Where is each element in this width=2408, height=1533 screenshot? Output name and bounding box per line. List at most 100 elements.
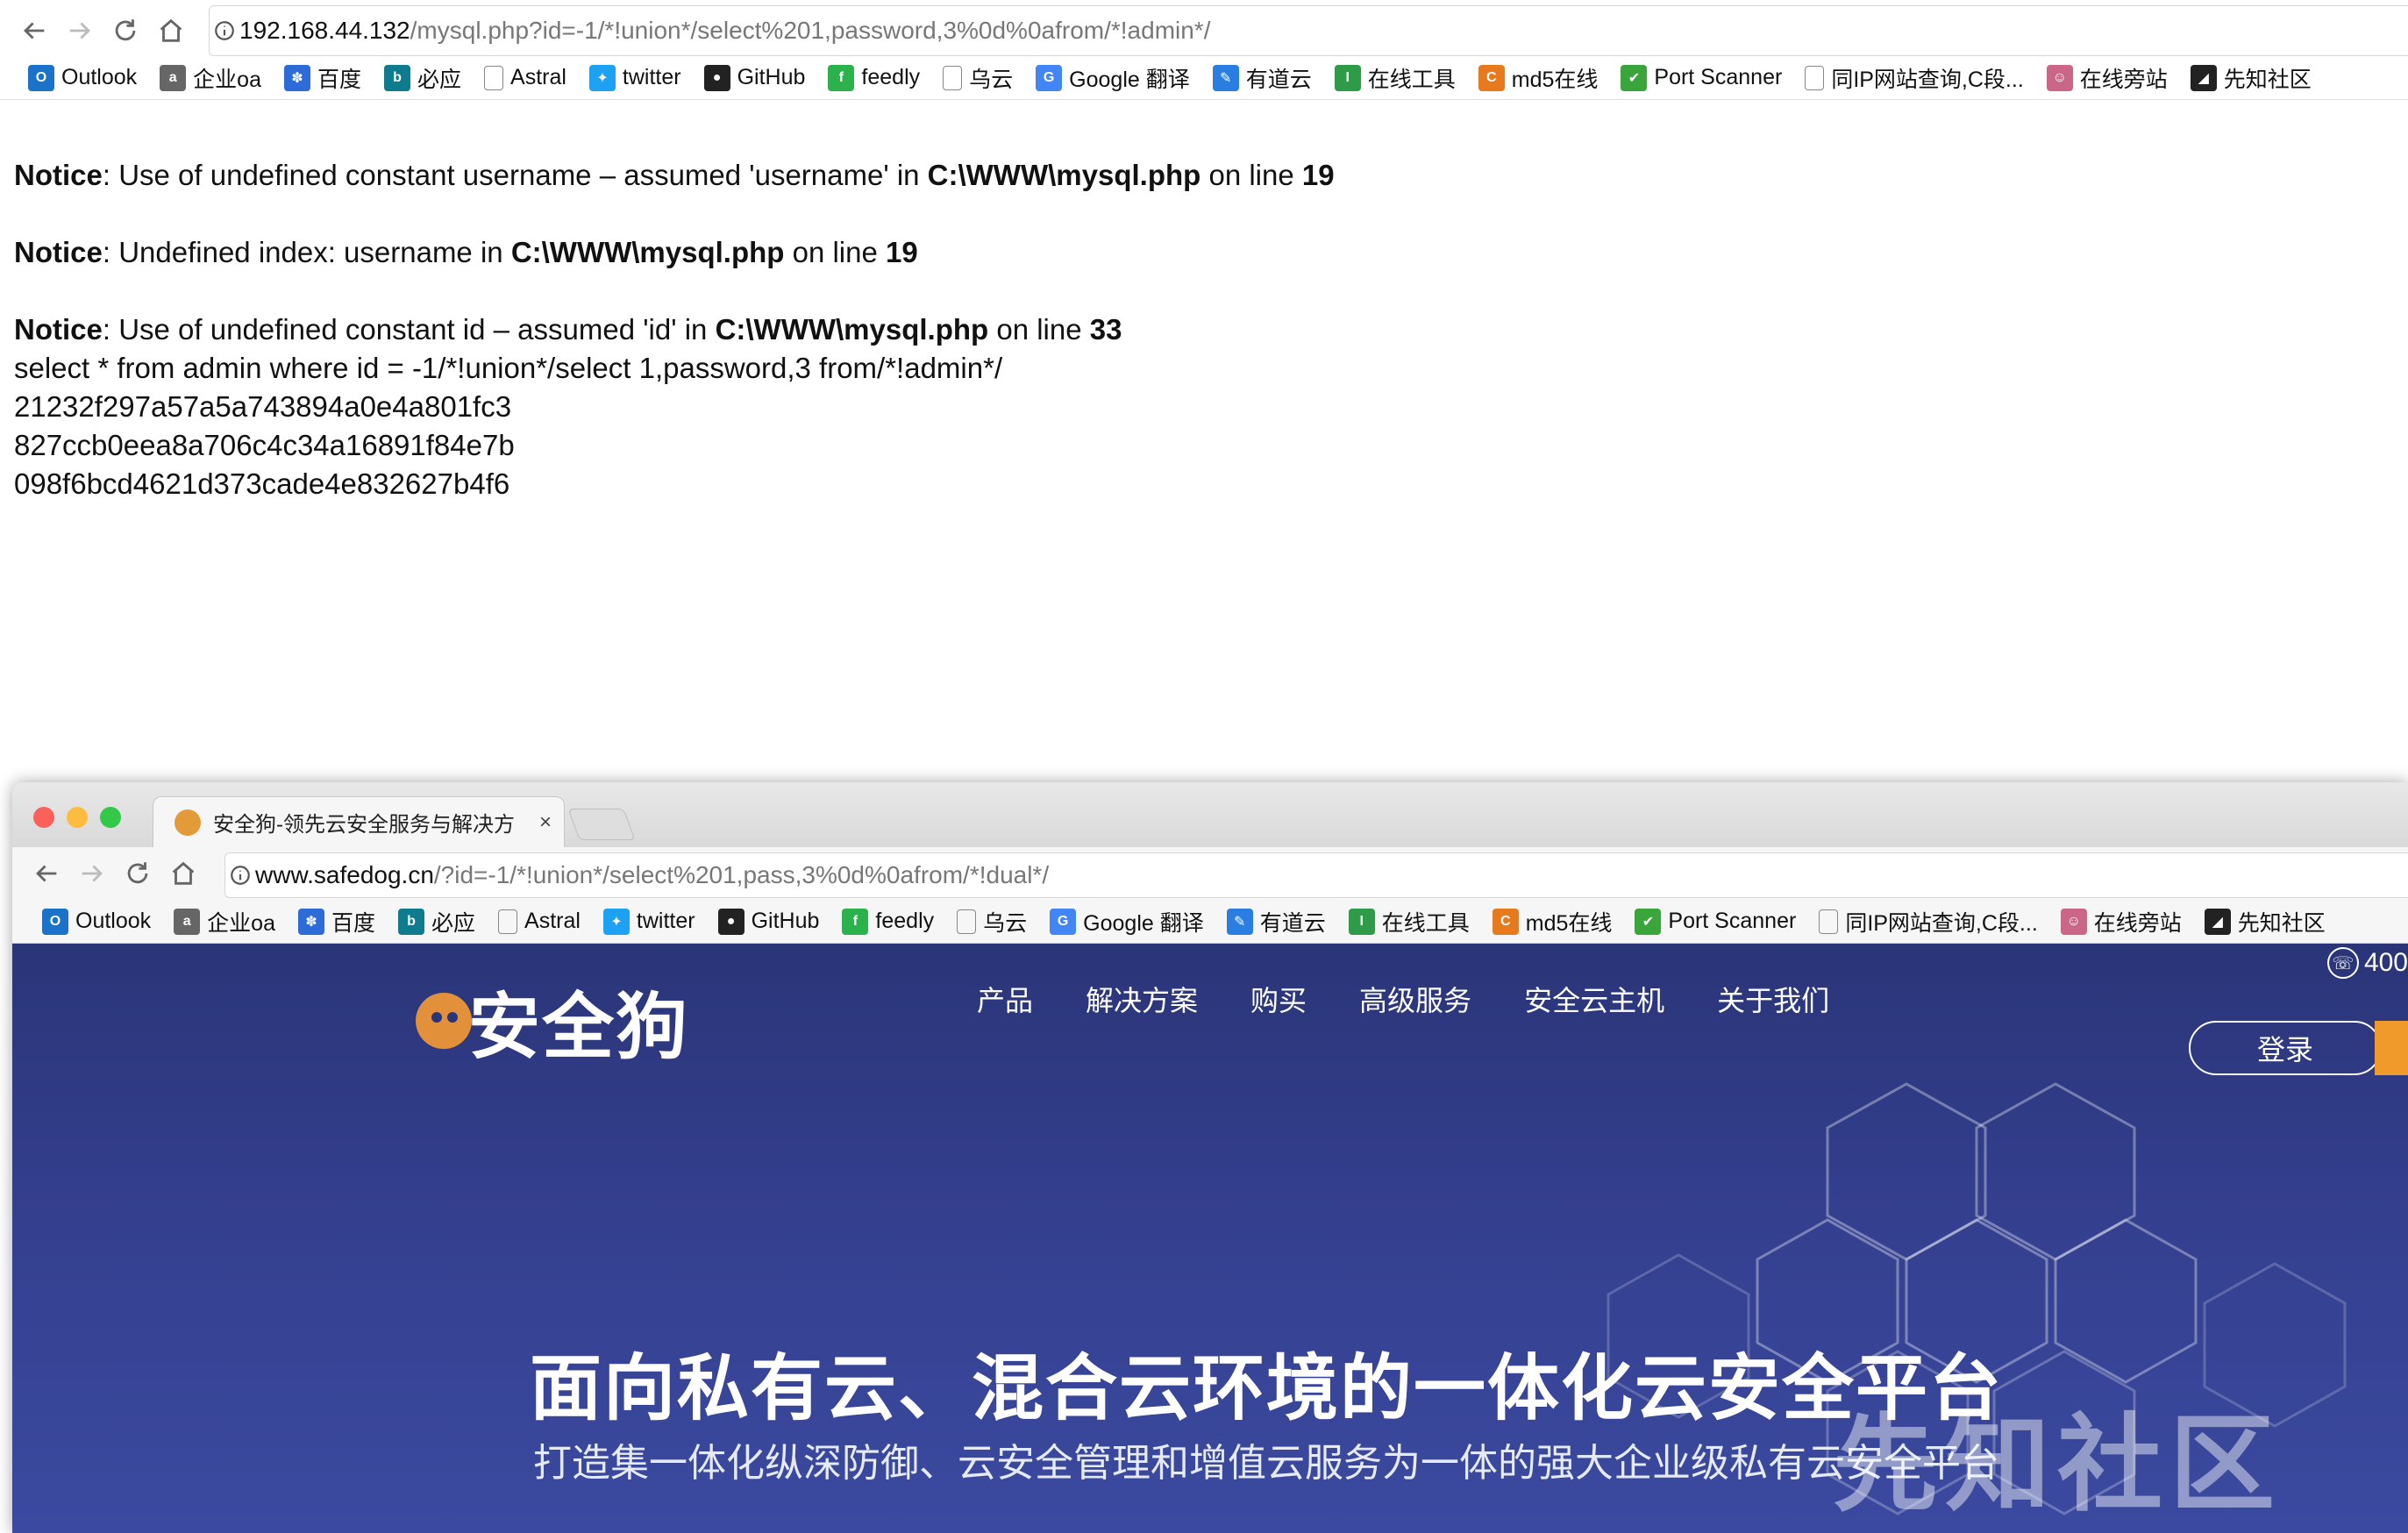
xianzhi-icon: ◢ (2204, 908, 2231, 935)
nav-solutions[interactable]: 解决方案 (1086, 979, 1198, 1019)
bookmark-item[interactable]: 乌云 (946, 902, 1039, 941)
twitter-icon: ✦ (588, 64, 616, 91)
bookmark-item[interactable]: ✽ 百度 (274, 59, 374, 97)
reload-button[interactable] (118, 853, 158, 894)
bing-icon: b (398, 908, 424, 935)
tool-icon: I (1348, 908, 1375, 935)
bookmark-item[interactable]: O Outlook (32, 902, 163, 941)
phone-icon: ☏ (2326, 947, 2359, 979)
safedog-logo[interactable]: 安全狗 (416, 968, 689, 1073)
notice-line: 19 (1301, 159, 1335, 191)
bookmark-label: 必应 (417, 67, 462, 92)
forward-button[interactable] (60, 11, 100, 51)
forward-arrow-icon (82, 865, 103, 882)
logo-text: 安全狗 (468, 988, 690, 1067)
bookmark-label: 同IP网站查询,C段... (1845, 910, 2038, 936)
bookmark-item[interactable]: a 企业oa (149, 59, 274, 97)
notice-on-line: on line (1200, 159, 1302, 191)
nav-products[interactable]: 产品 (977, 979, 1033, 1019)
bookmark-label: 在线旁站 (2079, 67, 2168, 92)
outlook-icon: O (28, 64, 54, 91)
tab-safedog[interactable]: 安全狗-领先云安全服务与解决方 × (153, 796, 565, 847)
bookmark-label: 企业oa (193, 67, 261, 92)
bookmark-item[interactable]: ● GitHub (708, 902, 832, 941)
info-icon[interactable] (225, 860, 255, 890)
bookmark-item[interactable]: ✔ Port Scanner (1610, 59, 1794, 97)
bookmark-item[interactable]: ✦ twitter (579, 59, 694, 97)
info-icon[interactable] (210, 16, 239, 46)
twitter-icon: ✦ (602, 908, 630, 935)
new-tab-button[interactable] (567, 809, 636, 840)
bookmark-item[interactable]: Cmd5在线 (1468, 59, 1611, 97)
reload-button[interactable] (105, 11, 146, 51)
xianzhi-icon: ◢ (2190, 64, 2217, 91)
nav-buy[interactable]: 购买 (1250, 979, 1307, 1019)
url-host: www.safedog.cn (255, 861, 434, 888)
youdao-icon: ✎ (1226, 908, 1253, 935)
bookmark-item[interactable]: a 企业oa (163, 902, 288, 941)
hero-title: 面向私有云、混合云环境的一体化云安全平台 (530, 1349, 2004, 1429)
url-text[interactable]: www.safedog.cn/?id=-1/*!union*/select%20… (255, 861, 1049, 889)
bookmark-item[interactable]: 同IP网站查询,C段... (1794, 59, 2035, 97)
bookmark-item[interactable]: b 必应 (388, 902, 488, 941)
bookmark-item[interactable]: ✽ 百度 (288, 902, 388, 941)
address-bar[interactable]: 192.168.44.132/mysql.php?id=-1/*!union*/… (209, 5, 2408, 56)
bookmark-item[interactable]: G Google 翻译 (1039, 902, 1216, 941)
bookmark-item[interactable]: ☺ 在线旁站 (2036, 59, 2180, 97)
bookmark-item[interactable]: f feedly (831, 902, 946, 941)
back-button[interactable] (26, 853, 67, 894)
url-host: 192.168.44.132 (239, 17, 410, 44)
feedly-icon: f (828, 64, 855, 91)
address-bar[interactable]: www.safedog.cn/?id=-1/*!union*/select%20… (224, 852, 2408, 898)
home-button[interactable] (151, 11, 191, 51)
close-window-icon[interactable] (33, 807, 54, 828)
nav-advanced-services[interactable]: 高级服务 (1359, 979, 1471, 1019)
notice-file: C:\WWW\mysql.php (927, 159, 1201, 191)
bookmark-item[interactable]: f feedly (817, 59, 932, 97)
home-icon (172, 861, 195, 885)
bookmark-item[interactable]: ✦ twitter (593, 902, 708, 941)
nav-about[interactable]: 关于我们 (1717, 979, 1829, 1019)
sql-query-line: select * from admin where id = -1/*!unio… (14, 352, 1003, 384)
bookmark-label: feedly (861, 65, 921, 89)
home-button[interactable] (163, 853, 203, 894)
tool-icon: I (1334, 64, 1361, 91)
bookmark-label: Astral (524, 909, 581, 933)
notice-text: : Undefined index: username in (102, 236, 511, 268)
bookmark-label: Outlook (75, 909, 152, 933)
bookmark-item[interactable]: b 必应 (374, 59, 474, 97)
back-button[interactable] (14, 11, 54, 51)
oa-icon: a (174, 908, 201, 935)
bing-icon: b (384, 64, 410, 91)
bookmark-item[interactable]: ◢ 先知社区 (2194, 902, 2338, 941)
bookmark-item[interactable]: ✎ 有道云 (1202, 59, 1324, 97)
bookmark-item[interactable]: ◢ 先知社区 (2180, 59, 2324, 97)
bookmark-item[interactable]: ● GitHub (694, 59, 818, 97)
hero-subtitle: 打造集一体化纵深防御、云安全管理和增值云服务为一体的强大企业级私有云安全平台 (533, 1442, 1999, 1485)
bookmark-item[interactable]: Astral (474, 59, 579, 97)
bookmark-item[interactable]: 乌云 (932, 59, 1025, 97)
notice-on-line: on line (988, 313, 1090, 346)
bookmark-item[interactable]: I 在线工具 (1338, 902, 1482, 941)
minimize-window-icon[interactable] (67, 807, 88, 828)
bookmark-item[interactable]: G Google 翻译 (1025, 59, 1202, 97)
maximize-window-icon[interactable] (100, 807, 121, 828)
bookmark-item[interactable]: ✎ 有道云 (1216, 902, 1338, 941)
bookmark-item[interactable]: ✔ Port Scanner (1624, 902, 1808, 941)
bookmark-label: Google 翻译 (1083, 910, 1204, 936)
bookmark-item[interactable]: ☺ 在线旁站 (2050, 902, 2194, 941)
bookmark-item[interactable]: O Outlook (18, 59, 149, 97)
bookmark-item[interactable]: Astral (488, 902, 593, 941)
forward-button[interactable] (72, 853, 112, 894)
login-button[interactable]: 登录 (2189, 1021, 2382, 1075)
tab-title: 安全狗-领先云安全服务与解决方 (213, 813, 515, 837)
bookmark-item[interactable]: Cmd5在线 (1482, 902, 1625, 941)
bookmark-item[interactable]: 同IP网站查询,C段... (1808, 902, 2049, 941)
bookmark-item[interactable]: I 在线工具 (1324, 59, 1468, 97)
back-arrow-icon (24, 22, 45, 39)
tab-close-icon[interactable]: × (539, 810, 552, 835)
url-text[interactable]: 192.168.44.132/mysql.php?id=-1/*!union*/… (239, 17, 1210, 45)
home-icon (160, 18, 182, 42)
nav-cloud-host[interactable]: 安全云主机 (1524, 979, 1664, 1019)
oa-icon: a (160, 64, 187, 91)
